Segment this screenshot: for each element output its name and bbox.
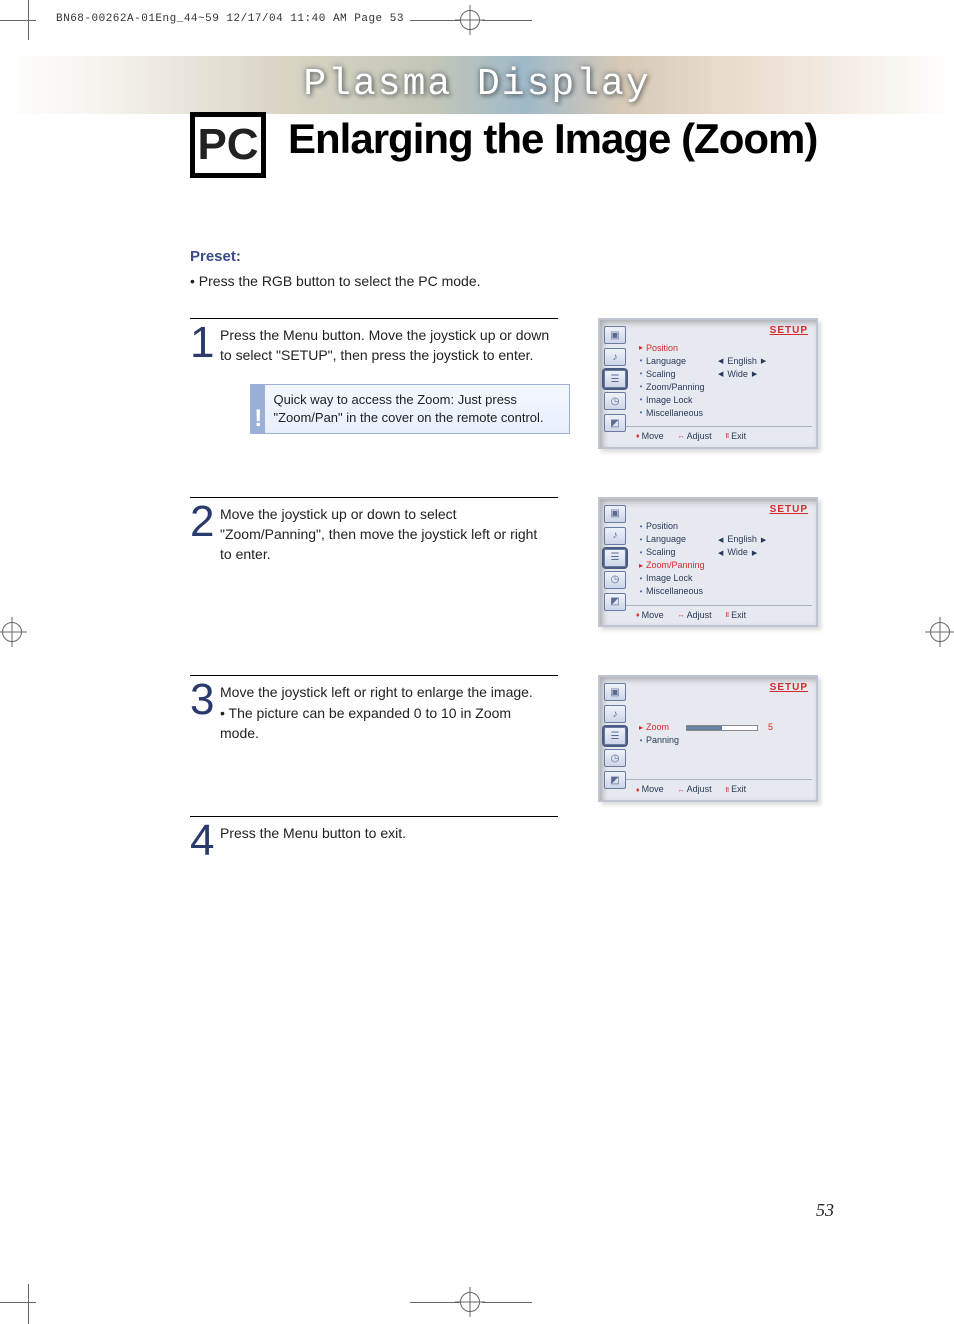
step-text: Move the joystick left or right to enlar… — [220, 682, 558, 802]
osd-footer-exit: Exit — [731, 431, 746, 443]
pc-badge: PC — [190, 112, 266, 178]
osd-footer-move: Move — [642, 610, 664, 622]
osd-screenshot-1: SETUP ▣ ♪ ☰ ◷ ◩ ▸Position •Language◀Engl… — [598, 318, 818, 449]
step-text: Press the Menu button. Move the joystick… — [220, 325, 570, 366]
callout: ! Quick way to access the Zoom: Just pre… — [250, 384, 570, 434]
zoom-slider: 5 — [686, 722, 773, 734]
osd-item: Zoom/Panning — [646, 560, 718, 572]
screen-icon: ◩ — [604, 771, 626, 789]
osd-item: Zoom — [646, 722, 686, 734]
preset-body: Press the RGB button to select the PC mo… — [190, 271, 834, 292]
osd-value: Wide — [727, 369, 748, 381]
time-icon: ◷ — [604, 749, 626, 767]
banner: Plasma Display — [0, 56, 954, 114]
osd-title: SETUP — [770, 683, 808, 693]
osd-item: Scaling — [646, 369, 718, 381]
step-number: 2 — [190, 504, 220, 628]
step-number: 1 — [190, 325, 220, 449]
osd-footer-adjust: Adjust — [687, 431, 712, 443]
osd-item: Position — [646, 521, 718, 533]
osd-item: Language — [646, 534, 718, 546]
osd-item: Position — [646, 343, 718, 355]
osd-item: Language — [646, 356, 718, 368]
osd-icon-rail: ▣ ♪ ☰ ◷ ◩ — [604, 683, 632, 789]
osd-title: SETUP — [770, 326, 808, 336]
setup-icon: ☰ — [604, 549, 626, 567]
osd-footer-adjust: Adjust — [687, 784, 712, 796]
osd-item: Miscellaneous — [646, 586, 718, 598]
step-number: 4 — [190, 823, 220, 858]
osd-screenshot-2: SETUP ▣ ♪ ☰ ◷ ◩ •Position •Language◀Engl… — [598, 497, 818, 628]
picture-icon: ▣ — [604, 326, 626, 344]
exclamation-icon: ! — [251, 385, 265, 433]
osd-value: Wide — [727, 547, 748, 559]
sound-icon: ♪ — [604, 705, 626, 723]
osd-value: English — [727, 356, 757, 368]
osd-title: SETUP — [770, 505, 808, 515]
osd-footer-exit: Exit — [731, 610, 746, 622]
page-title: Enlarging the Image (Zoom) — [288, 118, 817, 160]
screen-icon: ◩ — [604, 593, 626, 611]
osd-value: English — [727, 534, 757, 546]
osd-item: Panning — [646, 735, 718, 747]
callout-text: Quick way to access the Zoom: Just press… — [265, 385, 569, 433]
zoom-value: 5 — [768, 722, 773, 734]
setup-icon: ☰ — [604, 727, 626, 745]
osd-icon-rail: ▣ ♪ ☰ ◷ ◩ — [604, 505, 632, 611]
osd-item: Image Lock — [646, 395, 718, 407]
osd-item: Zoom/Panning — [646, 382, 718, 394]
sound-icon: ♪ — [604, 348, 626, 366]
osd-footer-adjust: Adjust — [687, 610, 712, 622]
screen-icon: ◩ — [604, 414, 626, 432]
step-text: Move the joystick up or down to select "… — [220, 504, 558, 628]
step-number: 3 — [190, 682, 220, 802]
osd-footer-move: Move — [642, 431, 664, 443]
osd-screenshot-3: SETUP ▣ ♪ ☰ ◷ ◩ ▸Zoom 5 •Panning ♦Move ↔… — [598, 675, 818, 802]
time-icon: ◷ — [604, 392, 626, 410]
step-text: Press the Menu button to exit. — [220, 823, 414, 858]
preset-heading: Preset: — [190, 246, 834, 267]
time-icon: ◷ — [604, 571, 626, 589]
osd-item: Image Lock — [646, 573, 718, 585]
osd-item: Scaling — [646, 547, 718, 559]
osd-icon-rail: ▣ ♪ ☰ ◷ ◩ — [604, 326, 632, 432]
picture-icon: ▣ — [604, 683, 626, 701]
page-number: 53 — [816, 1201, 834, 1219]
picture-icon: ▣ — [604, 505, 626, 523]
banner-title: Plasma Display — [303, 66, 650, 104]
doc-meta: BN68-00262A-01Eng_44~59 12/17/04 11:40 A… — [56, 14, 404, 25]
sound-icon: ♪ — [604, 527, 626, 545]
osd-footer-move: Move — [642, 784, 664, 796]
osd-footer-exit: Exit — [731, 784, 746, 796]
setup-icon: ☰ — [604, 370, 626, 388]
osd-item: Miscellaneous — [646, 408, 718, 420]
